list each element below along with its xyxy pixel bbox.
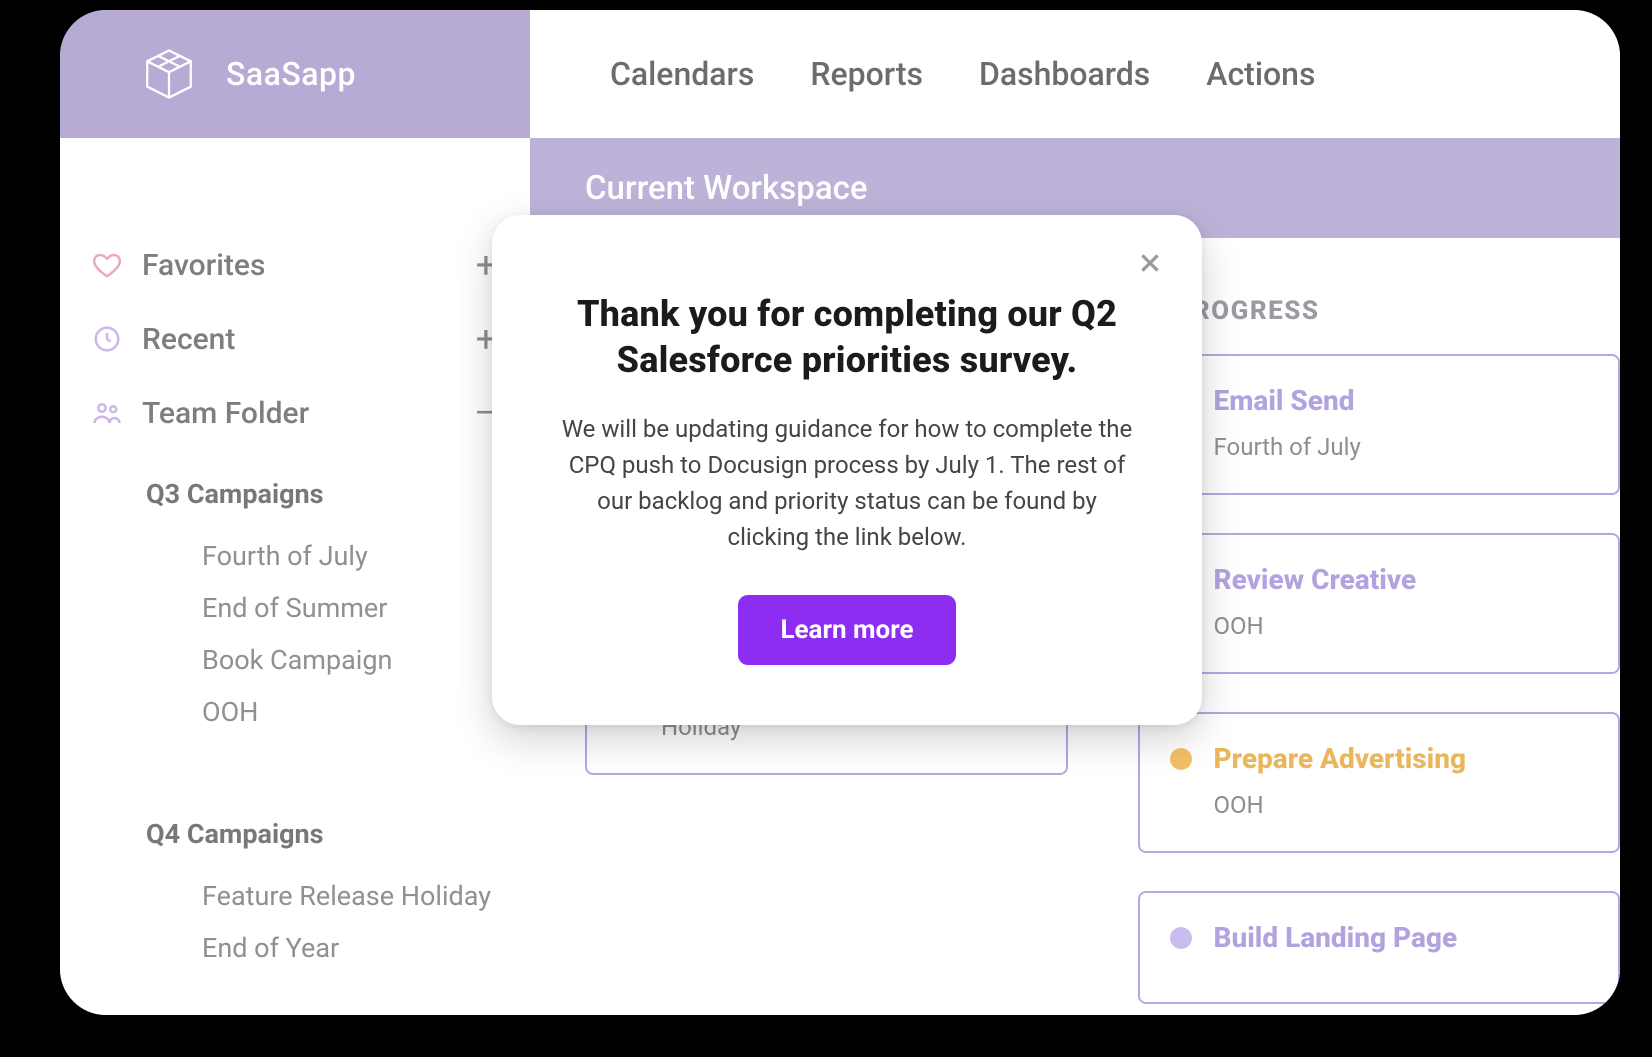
learn-more-button[interactable]: Learn more — [738, 595, 955, 665]
survey-thank-you-modal: Thank you for completing our Q2 Salesfor… — [492, 215, 1202, 725]
app-frame: SaaSapp Calendars Reports Dashboards Act… — [60, 10, 1620, 1015]
close-button[interactable] — [1130, 243, 1170, 283]
modal-heading: Thank you for completing our Q2 Salesfor… — [567, 291, 1127, 383]
modal-body: We will be updating guidance for how to … — [557, 411, 1137, 555]
